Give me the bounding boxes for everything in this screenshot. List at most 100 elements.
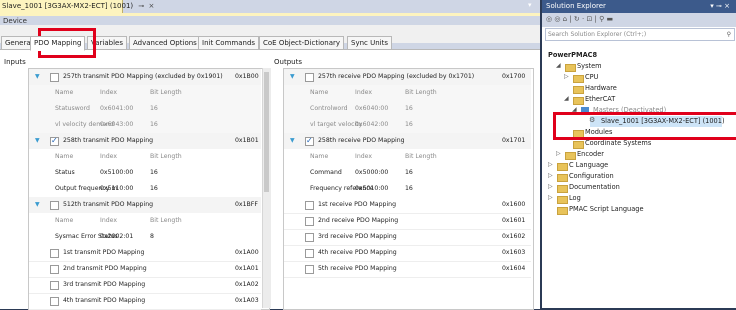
tree-toggle-icon[interactable]: ▷ <box>556 150 561 157</box>
tree-item-label[interactable]: Hardware <box>585 83 617 94</box>
column-header: Bit Length <box>150 89 182 96</box>
document-tab-bar <box>0 13 540 16</box>
folder-icon <box>573 75 584 83</box>
pdo-checkbox[interactable] <box>50 265 59 274</box>
tree-item-label[interactable]: Configuration <box>569 171 614 182</box>
tree-toggle-icon[interactable]: ▷ <box>548 194 553 201</box>
scrollbar-thumb[interactable] <box>264 72 269 192</box>
tab-pdo-mapping[interactable]: PDO Mapping <box>30 36 86 51</box>
pdo-group-row[interactable]: ▼ 257th receive PDO Mapping (excluded by … <box>284 69 531 86</box>
pdo-item-row[interactable]: 2nd receive PDO Mapping 0x1601 <box>284 213 531 230</box>
folder-icon <box>573 97 584 105</box>
document-tab-title: Slave_1001 [3G3AX-MX2-ECT] (1001) <box>2 2 134 10</box>
pin-icon[interactable]: ⊸ <box>138 2 144 10</box>
close-icon[interactable]: × <box>148 2 154 10</box>
inputs-scrollbar[interactable] <box>262 68 271 308</box>
column-header: Bit Length <box>405 153 437 160</box>
tree-toggle-icon[interactable]: ◢ <box>564 95 569 102</box>
column-header: Name <box>310 153 329 160</box>
pdo-entry-row[interactable]: Sysmac Error Status 0x2002:01 8 <box>29 229 261 245</box>
pdo-entry-row[interactable]: Statusword 0x6041:00 16 <box>29 101 261 117</box>
tree-item-label[interactable]: PMAC Script Language <box>569 204 644 215</box>
pdo-group-index: 0x1B01 <box>235 137 259 144</box>
pdo-item-title: 1st transmit PDO Mapping <box>63 249 145 256</box>
tree-item-label[interactable]: C Language <box>569 160 608 171</box>
collapse-icon[interactable]: ▼ <box>290 133 295 149</box>
pdo-item-row[interactable]: 5th receive PDO Mapping 0x1604 <box>284 261 531 278</box>
pdo-entry-cell: 0x5000:00 <box>355 169 389 176</box>
pdo-checkbox[interactable] <box>50 201 59 210</box>
dropdown-icon[interactable]: ▾ <box>528 1 532 9</box>
search-icon[interactable]: ⚲ <box>727 29 731 40</box>
collapse-icon[interactable]: ▼ <box>35 197 40 213</box>
pdo-checkbox[interactable] <box>50 73 59 82</box>
pdo-group-row[interactable]: ▼ 258th receive PDO Mapping 0x1701 <box>284 133 531 150</box>
tree-item-label[interactable]: CPU <box>585 72 598 83</box>
pdo-item-index: 0x1602 <box>502 233 526 240</box>
pdo-group-row[interactable]: ▼ 258th transmit PDO Mapping 0x1B01 <box>29 133 261 150</box>
toolbar-icons[interactable]: ◎ ◎ ⌂ | ↻ · ⊡ | ⚲ ▬ <box>546 15 613 23</box>
pdo-group-row[interactable]: ▼ 512th transmit PDO Mapping 0x1BFF <box>29 197 261 214</box>
pdo-item-row[interactable]: 3rd transmit PDO Mapping 0x1A02 <box>29 277 261 294</box>
pdo-checkbox[interactable] <box>50 297 59 306</box>
pdo-checkbox[interactable] <box>305 265 314 274</box>
pdo-checkbox[interactable] <box>305 217 314 226</box>
tree-item-label[interactable]: Documentation <box>569 182 620 193</box>
pdo-entry-cell: Controlword <box>310 105 348 112</box>
tree-toggle-icon[interactable]: ◢ <box>556 62 561 69</box>
pdo-item-title: 2nd transmit PDO Mapping <box>63 265 147 272</box>
tree-item-label[interactable]: Log <box>569 193 581 204</box>
pdo-checkbox[interactable] <box>305 249 314 258</box>
pdo-item-row[interactable]: 4th transmit PDO Mapping 0x1A03 <box>29 293 261 310</box>
tree-toggle-icon[interactable]: ▷ <box>564 73 569 80</box>
pdo-item-row[interactable]: 4th receive PDO Mapping 0x1603 <box>284 245 531 262</box>
pdo-entry-row[interactable]: Output frequency m 0x5110:00 16 <box>29 181 261 197</box>
pdo-checkbox[interactable] <box>305 201 314 210</box>
pdo-group-row[interactable]: ▼ 257th transmit PDO Mapping (excluded by… <box>29 69 261 86</box>
column-header-row: Name Index Bit Length <box>29 149 261 165</box>
pdo-checkbox[interactable] <box>305 73 314 82</box>
pdo-entry-row[interactable]: Frequency reference 0x5010:00 16 <box>284 181 531 197</box>
column-header-row: Name Index Bit Length <box>29 85 261 101</box>
tab-label: Advanced Options <box>133 39 197 47</box>
pdo-checkbox[interactable] <box>50 133 59 149</box>
panel-controls-icon[interactable]: ▾ ⊸ × <box>710 0 730 13</box>
pdo-entry-cell: Statusword <box>55 105 90 112</box>
pdo-checkbox[interactable] <box>50 249 59 258</box>
pdo-item-row[interactable]: 2nd transmit PDO Mapping 0x1A01 <box>29 261 261 278</box>
pdo-entry-row[interactable]: vl target velocity 0x6042:00 16 <box>284 117 531 133</box>
pdo-item-index: 0x1603 <box>502 249 526 256</box>
pdo-entry-cell: 0x5100:00 <box>100 169 134 176</box>
pdo-group-index: 0x1701 <box>502 137 526 144</box>
pdo-entry-cell: 16 <box>150 121 158 128</box>
pdo-entry-row[interactable]: Status 0x5100:00 16 <box>29 165 261 181</box>
document-tab[interactable]: Slave_1001 [3G3AX-MX2-ECT] (1001) ⊸ × <box>0 0 154 13</box>
tree-item-label[interactable]: EtherCAT <box>585 94 615 105</box>
tree-item-label[interactable]: System <box>577 61 602 72</box>
pdo-item-row[interactable]: 1st receive PDO Mapping 0x1600 <box>284 197 531 214</box>
pdo-entry-row[interactable]: vl velocity demand 0x6043:00 16 <box>29 117 261 133</box>
pdo-group-title: 512th transmit PDO Mapping <box>63 201 154 208</box>
collapse-icon[interactable]: ▼ <box>35 69 40 85</box>
pdo-item-title: 4th receive PDO Mapping <box>318 249 397 256</box>
collapse-icon[interactable]: ▼ <box>35 133 40 149</box>
pdo-item-row[interactable]: 3rd receive PDO Mapping 0x1602 <box>284 229 531 246</box>
tree-toggle-icon[interactable]: ▷ <box>548 183 553 190</box>
pdo-entry-row[interactable]: Command 0x5000:00 16 <box>284 165 531 181</box>
pdo-entry-cell: Command <box>310 169 342 176</box>
pdo-item-row[interactable]: 1st transmit PDO Mapping 0x1A00 <box>29 245 261 262</box>
tree-toggle-icon[interactable]: ▷ <box>548 172 553 179</box>
tree-item-label[interactable]: PowerPMAC8 <box>548 50 597 61</box>
pdo-checkbox[interactable] <box>305 233 314 242</box>
tree-toggle-icon[interactable]: ▷ <box>548 161 553 168</box>
pdo-entry-row[interactable]: Controlword 0x6040:00 16 <box>284 101 531 117</box>
pdo-checkbox[interactable] <box>50 281 59 290</box>
solution-search-input[interactable]: Search Solution Explorer (Ctrl+;) ⚲ <box>545 28 735 41</box>
pdo-group-index: 0x1700 <box>502 73 526 80</box>
pdo-checkbox[interactable] <box>305 133 314 149</box>
column-header-row: Name Index Bit Length <box>284 85 531 101</box>
tree-item-label[interactable]: Encoder <box>577 149 604 160</box>
collapse-icon[interactable]: ▼ <box>290 69 295 85</box>
tab-label: PDO Mapping <box>34 39 82 47</box>
folder-icon <box>557 196 568 204</box>
